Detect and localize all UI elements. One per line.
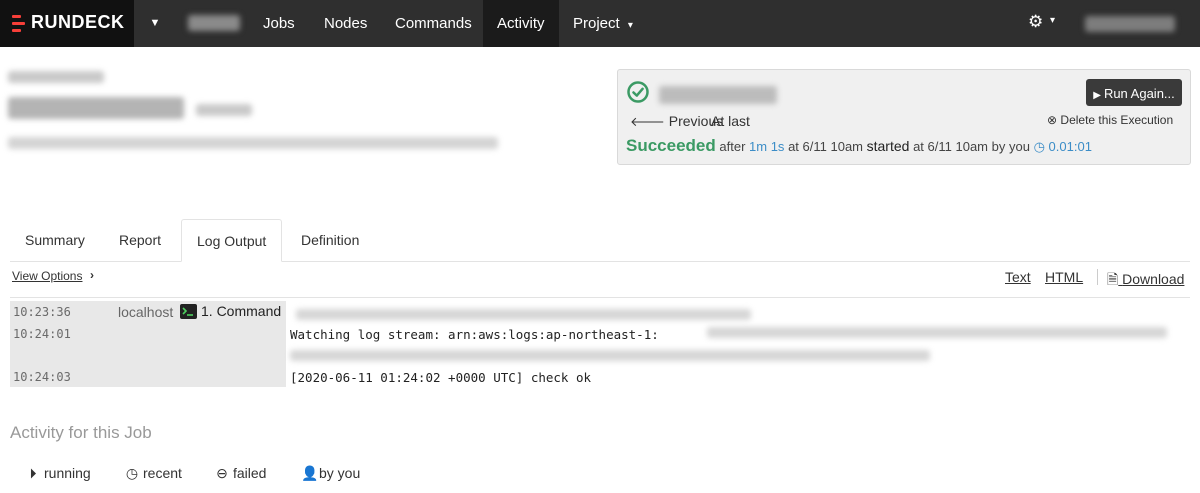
chevron-down-icon: ▾ — [627, 20, 633, 31]
execution-id-redacted — [659, 86, 777, 104]
user-icon: 👤 — [301, 465, 319, 481]
job-description-redacted — [8, 137, 498, 149]
brand-name: RUNDECK — [31, 12, 125, 32]
log-message: Watching log stream: arn:aws:logs:ap-nor… — [290, 327, 659, 342]
run-again-label: Run Again... — [1103, 86, 1175, 101]
started-label: started — [866, 138, 910, 154]
filter-failed-label: failed — [233, 465, 267, 481]
completed-time: 6/11 10am — [802, 139, 863, 154]
filter-running[interactable]: ⏵ running — [26, 465, 91, 482]
elapsed-duration: 1m 1s — [749, 139, 785, 154]
nav-nodes[interactable]: Nodes — [310, 0, 381, 47]
log-row-time: 10:23:36 — [13, 305, 71, 319]
at-last-label: At last — [711, 113, 750, 129]
nav-jobs[interactable]: Jobs — [249, 0, 309, 47]
arrow-left-icon: 🡐 — [630, 114, 665, 129]
execution-tabs: Summary Report Log Output Definition — [10, 219, 1190, 262]
user-menu-redacted[interactable] — [1085, 16, 1175, 32]
log-message: [2020-06-11 01:24:02 +0000 UTC] check ok — [290, 370, 592, 385]
delete-execution-label: Delete this Execution — [1060, 113, 1174, 127]
log-divider — [10, 297, 1190, 298]
clock-icon: ◷ — [1033, 139, 1045, 154]
tab-definition[interactable]: Definition — [286, 219, 374, 261]
project-switcher-caret-icon[interactable]: ▼ — [146, 14, 164, 32]
tab-report[interactable]: Report — [104, 219, 176, 261]
filter-failed[interactable]: ⊖ failed — [215, 465, 266, 482]
filter-by-you[interactable]: 👤by you — [301, 465, 360, 482]
brand-logo[interactable]: RUNDECK — [0, 0, 134, 47]
filter-recent-label: recent — [143, 465, 182, 481]
tab-summary[interactable]: Summary — [10, 219, 100, 261]
activity-section-title: Activity for this Job — [10, 423, 152, 442]
log-arn-redacted — [707, 327, 1167, 338]
clock-icon: ◷ — [125, 465, 139, 481]
view-options-link[interactable]: View Options — [12, 269, 82, 283]
log-node-name: localhost — [118, 304, 174, 320]
execution-duration: 0.01:01 — [1048, 139, 1092, 154]
run-again-button[interactable]: ▶ Run Again... — [1086, 79, 1182, 106]
project-name-redacted — [188, 15, 240, 31]
nav-activity[interactable]: Activity — [483, 0, 559, 47]
at-label: at — [788, 139, 799, 154]
gear-icon[interactable]: ⚙ — [1028, 12, 1043, 32]
play-icon: ▶ — [1093, 90, 1101, 101]
delete-execution-link[interactable]: ⊗ Delete this Execution — [1047, 113, 1173, 127]
rundeck-logo-icon — [12, 15, 25, 32]
chevron-down-icon[interactable]: ▾ — [1050, 15, 1055, 26]
nav-project-label: Project — [573, 15, 620, 32]
terminal-icon — [180, 304, 197, 319]
play-circle-icon: ⏵ — [29, 465, 37, 481]
filter-by-you-label: by you — [319, 465, 361, 481]
job-title-redacted — [8, 97, 184, 119]
download-label: Download — [1122, 271, 1185, 287]
nav-project[interactable]: Project ▾ — [559, 0, 647, 47]
log-command-redacted — [296, 309, 751, 320]
status-succeeded: Succeeded — [626, 136, 716, 155]
log-text-link[interactable]: Text — [1005, 269, 1031, 285]
minus-circle-icon: ⊖ — [216, 465, 228, 481]
file-icon: 🗎 — [1107, 271, 1119, 287]
log-html-link[interactable]: HTML — [1045, 269, 1083, 285]
nav-commands[interactable]: Commands — [381, 0, 486, 47]
log-step-label: 1. Command — [201, 303, 282, 319]
execution-summary: ▶ Run Again... 🡐 Previous At last ⊗ Delet… — [617, 69, 1191, 165]
top-nav: RUNDECK ▼ Jobs Nodes Commands Activity P… — [0, 0, 1200, 47]
success-check-icon — [627, 81, 649, 103]
job-group-redacted — [8, 71, 104, 83]
execution-status-line: Succeeded after 1m 1s at 6/11 10am start… — [626, 136, 1092, 156]
filter-running-label: running — [44, 465, 91, 481]
executed-by-user: you — [1008, 139, 1030, 154]
started-at-label: at — [913, 139, 924, 154]
log-row-time: 10:24:03 — [13, 370, 71, 384]
job-action-redacted — [196, 104, 252, 116]
after-label: after — [719, 139, 746, 154]
chevron-right-icon[interactable]: › — [90, 268, 94, 282]
previous-execution-link[interactable]: 🡐 Previous — [630, 113, 723, 130]
log-arn-continued-redacted — [290, 350, 930, 361]
log-row-time: 10:24:01 — [13, 327, 71, 341]
started-time: 6/11 10am — [927, 139, 988, 154]
by-label: by — [991, 139, 1006, 154]
filter-recent[interactable]: ◷ recent — [125, 465, 182, 482]
divider — [1097, 269, 1098, 285]
tab-log-output[interactable]: Log Output — [181, 219, 283, 262]
log-download-link[interactable]: 🗎 Download — [1107, 269, 1184, 293]
close-circle-icon: ⊗ — [1047, 113, 1058, 127]
